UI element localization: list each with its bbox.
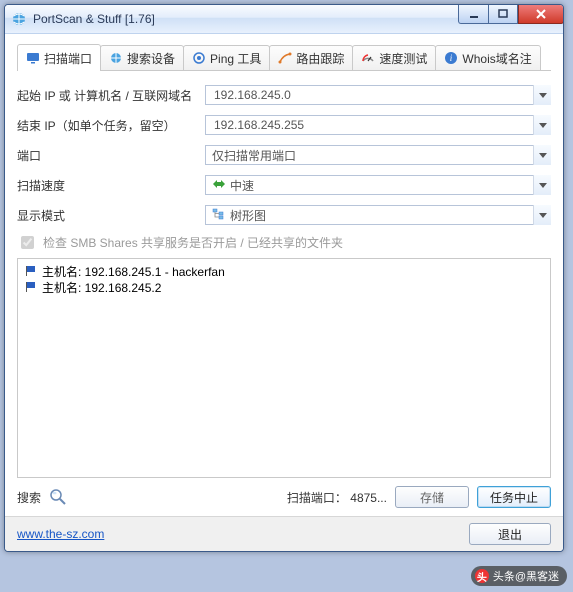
smb-checkbox-label: 检查 SMB Shares 共享服务是否开启 / 已经共享的文件夹 — [43, 234, 343, 251]
smb-checkbox — [21, 236, 34, 249]
client-area: 扫描端口 搜索设备 Ping 工具 路由跟踪 — [5, 34, 563, 516]
results-panel[interactable]: 主机名: 192.168.245.1 - hackerfan 主机名: 192.… — [17, 258, 551, 478]
info-icon: i — [444, 51, 458, 65]
footer: www.the-sz.com 退出 — [5, 516, 563, 551]
row-end-ip: 结束 IP（如单个任务，留空） — [17, 115, 551, 135]
client-bottom-bar: 搜索 扫描端口： 4875... 存储 任务中止 — [17, 486, 551, 508]
display-label: 显示模式 — [17, 207, 205, 224]
tab-traceroute[interactable]: 路由跟踪 — [269, 45, 353, 70]
speed-label: 扫描速度 — [17, 177, 205, 194]
tab-ping[interactable]: Ping 工具 — [183, 45, 270, 70]
scan-form: 起始 IP 或 计算机名 / 互联网域名 结束 IP（如单个任务，留空） — [17, 85, 551, 225]
row-speed: 扫描速度 中速 — [17, 175, 551, 195]
result-text: 主机名: 192.168.245.2 — [42, 279, 161, 296]
window-buttons — [458, 4, 564, 24]
tab-search-devices[interactable]: 搜索设备 — [100, 45, 184, 70]
display-combo[interactable]: 树形图 — [205, 205, 551, 225]
status-value: 4875... — [350, 491, 387, 505]
monitor-icon — [26, 51, 40, 65]
end-ip-input[interactable] — [212, 117, 550, 133]
ping-icon — [192, 51, 206, 65]
app-icon — [11, 11, 27, 27]
tree-icon — [212, 208, 226, 223]
port-value: 仅扫描常用端口 — [212, 147, 296, 164]
tabstrip: 扫描端口 搜索设备 Ping 工具 路由跟踪 — [17, 44, 551, 71]
end-ip-label: 结束 IP（如单个任务，留空） — [17, 117, 205, 134]
scan-status: 扫描端口： 4875... — [287, 489, 387, 506]
save-button[interactable]: 存储 — [395, 486, 469, 508]
tab-whois[interactable]: i Whois域名注 — [435, 45, 540, 70]
result-item[interactable]: 主机名: 192.168.245.2 — [24, 279, 544, 295]
abort-button[interactable]: 任务中止 — [477, 486, 551, 508]
port-dropdown-button[interactable] — [533, 145, 551, 165]
end-ip-combo[interactable] — [205, 115, 551, 135]
chevron-down-icon — [539, 183, 547, 188]
speed-icon — [212, 178, 226, 192]
exit-button[interactable]: 退出 — [469, 523, 551, 545]
row-start-ip: 起始 IP 或 计算机名 / 互联网域名 — [17, 85, 551, 105]
row-display: 显示模式 树形图 — [17, 205, 551, 225]
maximize-button[interactable] — [488, 4, 518, 24]
result-item[interactable]: 主机名: 192.168.245.1 - hackerfan — [24, 263, 544, 279]
window-title: PortScan & Stuff [1.76] — [33, 12, 155, 26]
chevron-down-icon — [539, 213, 547, 218]
result-text: 主机名: 192.168.245.1 - hackerfan — [42, 263, 225, 280]
chevron-down-icon — [539, 153, 547, 158]
speed-combo[interactable]: 中速 — [205, 175, 551, 195]
host-icon — [24, 265, 38, 277]
tab-label: 速度测试 — [379, 50, 427, 67]
watermark-text: 头条@黑客迷 — [493, 568, 559, 584]
watermark-logo-icon: 头 — [475, 569, 489, 583]
display-dropdown-button[interactable] — [533, 205, 551, 225]
search-icon[interactable] — [49, 488, 67, 506]
homepage-link[interactable]: www.the-sz.com — [17, 527, 104, 541]
host-icon — [24, 281, 38, 293]
tab-label: Whois域名注 — [462, 50, 531, 67]
watermark-badge: 头 头条@黑客迷 — [471, 566, 567, 586]
speed-dropdown-button[interactable] — [533, 175, 551, 195]
status-label: 扫描端口： — [287, 491, 347, 505]
tab-speed-test[interactable]: 速度测试 — [352, 45, 436, 70]
tab-scan-ports[interactable]: 扫描端口 — [17, 44, 101, 71]
start-ip-label: 起始 IP 或 计算机名 / 互联网域名 — [17, 87, 205, 104]
start-ip-combo[interactable] — [205, 85, 551, 105]
close-button[interactable] — [518, 4, 564, 24]
app-window: PortScan & Stuff [1.76] 扫描端口 — [4, 4, 564, 552]
chevron-down-icon — [539, 93, 547, 98]
port-label: 端口 — [17, 147, 205, 164]
titlebar[interactable]: PortScan & Stuff [1.76] — [5, 5, 563, 34]
route-icon — [278, 51, 292, 65]
globe-icon — [109, 51, 123, 65]
minimize-button[interactable] — [458, 4, 488, 24]
row-smb-check: 检查 SMB Shares 共享服务是否开启 / 已经共享的文件夹 — [17, 233, 551, 252]
display-value: 树形图 — [230, 207, 266, 224]
tab-label: 扫描端口 — [44, 50, 92, 67]
chevron-down-icon — [539, 123, 547, 128]
tab-label: 路由跟踪 — [296, 50, 344, 67]
tab-label: Ping 工具 — [210, 50, 261, 67]
gauge-icon — [361, 51, 375, 65]
port-combo[interactable]: 仅扫描常用端口 — [205, 145, 551, 165]
speed-value: 中速 — [230, 177, 254, 194]
start-ip-dropdown-button[interactable] — [533, 85, 551, 105]
tab-label: 搜索设备 — [127, 50, 175, 67]
row-port: 端口 仅扫描常用端口 — [17, 145, 551, 165]
start-ip-input[interactable] — [212, 87, 550, 103]
end-ip-dropdown-button[interactable] — [533, 115, 551, 135]
search-label: 搜索 — [17, 489, 41, 506]
